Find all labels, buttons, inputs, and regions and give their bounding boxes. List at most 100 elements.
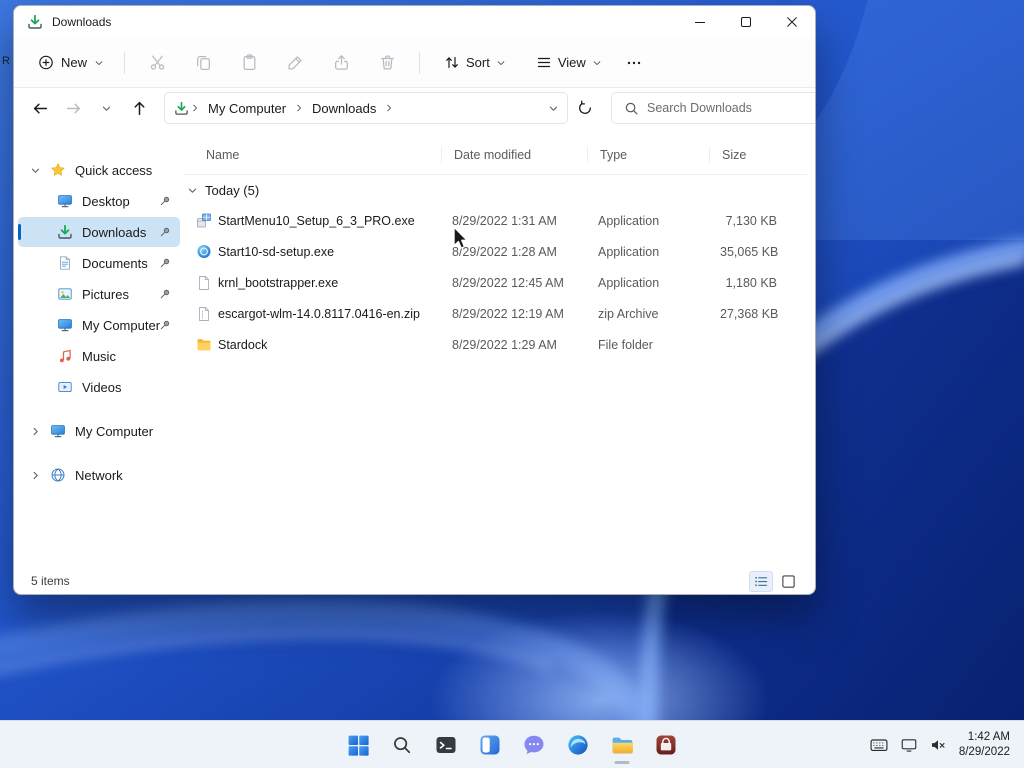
terminal-icon	[434, 733, 458, 757]
file-date: 8/29/2022 1:29 AM	[452, 337, 557, 352]
widgets-button[interactable]	[470, 725, 510, 765]
more-options-button[interactable]	[617, 46, 651, 80]
star-icon	[50, 162, 66, 178]
address-row: My Computer Downloads	[14, 88, 815, 128]
file-row[interactable]: Stardock 8/29/2022 1:29 AM File folder	[184, 329, 807, 360]
large-icons-view-button[interactable]	[776, 571, 800, 592]
taskbar-center	[338, 725, 686, 765]
file-row[interactable]: krnl_bootstrapper.exe 8/29/2022 12:45 AM…	[184, 267, 807, 298]
sidebar-item-label: My Computer	[82, 317, 161, 333]
status-bar: 5 items	[14, 568, 815, 594]
desktop-stray-label: R	[2, 55, 10, 67]
chevron-right-icon[interactable]	[30, 470, 41, 481]
sidebar-item-desktop[interactable]: Desktop	[18, 186, 180, 216]
chevron-down-icon[interactable]	[30, 165, 41, 176]
zip-file-icon	[196, 306, 212, 322]
start-button[interactable]	[338, 725, 378, 765]
clock-time: 1:42 AM	[967, 731, 1010, 743]
address-bar[interactable]: My Computer Downloads	[164, 92, 568, 124]
chevron-right-icon[interactable]	[293, 103, 305, 113]
sidebar-item-downloads[interactable]: Downloads	[18, 217, 180, 247]
sidebar-item-documents[interactable]: Documents	[18, 248, 180, 278]
file-explorer-window: Downloads New Sort View My Computer Down…	[13, 5, 816, 595]
file-explorer-button[interactable]	[602, 725, 642, 765]
column-header-type[interactable]: Type	[598, 136, 720, 174]
file-type: zip Archive	[598, 306, 659, 321]
display-tray-icon[interactable]	[895, 725, 923, 765]
file-type: Application	[598, 213, 660, 228]
chat-button[interactable]	[514, 725, 554, 765]
file-row[interactable]: StartMenu10_Setup_6_3_PRO.exe 8/29/2022 …	[184, 205, 807, 236]
minimize-button[interactable]	[677, 6, 723, 38]
chevron-right-icon[interactable]	[30, 426, 41, 437]
column-header-date-modified[interactable]: Date modified	[452, 136, 598, 174]
pin-icon	[159, 288, 171, 300]
pin-icon	[159, 319, 171, 331]
sidebar-item-label: Documents	[82, 255, 148, 271]
view-button-label: View	[557, 55, 586, 70]
touch-keyboard-icon[interactable]	[864, 725, 894, 765]
volume-muted-icon[interactable]	[924, 725, 952, 765]
videos-icon	[57, 379, 73, 395]
windows-logo-icon	[346, 733, 371, 758]
file-date: 8/29/2022 1:31 AM	[452, 213, 557, 228]
pin-icon	[159, 195, 171, 207]
sidebar-item-my-computer-pinned[interactable]: My Computer	[18, 310, 180, 340]
file-name: krnl_bootstrapper.exe	[218, 275, 339, 290]
file-row[interactable]: Start10-sd-setup.exe 8/29/2022 1:28 AM A…	[184, 236, 807, 267]
back-button[interactable]	[24, 92, 57, 124]
breadcrumb-current[interactable]: Downloads	[305, 98, 383, 119]
sort-button[interactable]: Sort	[435, 48, 515, 78]
column-header-name[interactable]: Name	[184, 136, 452, 174]
store-button[interactable]	[646, 725, 686, 765]
terminal-button[interactable]	[426, 725, 466, 765]
sidebar-item-label: My Computer	[75, 423, 154, 439]
sidebar-item-network[interactable]: Network	[18, 460, 180, 490]
view-toggles	[749, 570, 800, 592]
search-input[interactable]	[647, 101, 808, 115]
view-icon	[536, 55, 552, 71]
address-dropdown-icon[interactable]	[548, 103, 559, 114]
file-row[interactable]: escargot-wlm-14.0.8117.0416-en.zip 8/29/…	[184, 298, 807, 329]
search-taskbar-button[interactable]	[382, 725, 422, 765]
chevron-down-icon	[592, 58, 602, 68]
folder-icon	[196, 337, 212, 353]
sidebar-item-quick-access[interactable]: Quick access	[18, 155, 180, 185]
close-button[interactable]	[769, 6, 815, 38]
refresh-button[interactable]	[568, 92, 601, 124]
group-header-today[interactable]: Today (5)	[184, 175, 815, 205]
breadcrumb-root[interactable]: My Computer	[201, 98, 293, 119]
installer-file-icon	[196, 213, 212, 229]
sidebar-item-label: Videos	[82, 379, 122, 395]
sidebar-item-my-computer[interactable]: My Computer	[18, 416, 180, 446]
file-size: 7,130 KB	[725, 213, 777, 228]
forward-button	[57, 92, 90, 124]
sidebar-item-label: Quick access	[75, 162, 153, 178]
pictures-icon	[57, 286, 73, 302]
window-controls	[677, 6, 815, 38]
edge-button[interactable]	[558, 725, 598, 765]
up-button[interactable]	[123, 92, 156, 124]
chevron-down-icon[interactable]	[187, 185, 198, 196]
new-button[interactable]: New	[27, 48, 115, 78]
sidebar-item-videos[interactable]: Videos	[18, 372, 180, 402]
details-view-button[interactable]	[749, 570, 773, 592]
file-name: StartMenu10_Setup_6_3_PRO.exe	[218, 213, 415, 228]
sidebar-item-music[interactable]: Music	[18, 341, 180, 371]
chevron-right-icon[interactable]	[383, 103, 395, 113]
recent-locations-button[interactable]	[90, 92, 123, 124]
sidebar-item-pictures[interactable]: Pictures	[18, 279, 180, 309]
toolbar-separator	[124, 51, 126, 74]
titlebar[interactable]: Downloads	[14, 6, 815, 38]
maximize-button[interactable]	[723, 6, 769, 38]
copy-button	[184, 46, 222, 80]
view-button[interactable]: View	[527, 48, 611, 78]
downloads-location-icon	[173, 100, 189, 116]
sidebar-item-label: Network	[75, 467, 123, 483]
file-name-cell: krnl_bootstrapper.exe	[184, 275, 452, 291]
taskbar: 1:42 AM 8/29/2022	[0, 720, 1024, 768]
downloads-icon	[57, 224, 73, 240]
column-header-size[interactable]: Size	[720, 136, 815, 174]
taskbar-clock[interactable]: 1:42 AM 8/29/2022	[953, 730, 1018, 760]
music-icon	[57, 348, 73, 364]
